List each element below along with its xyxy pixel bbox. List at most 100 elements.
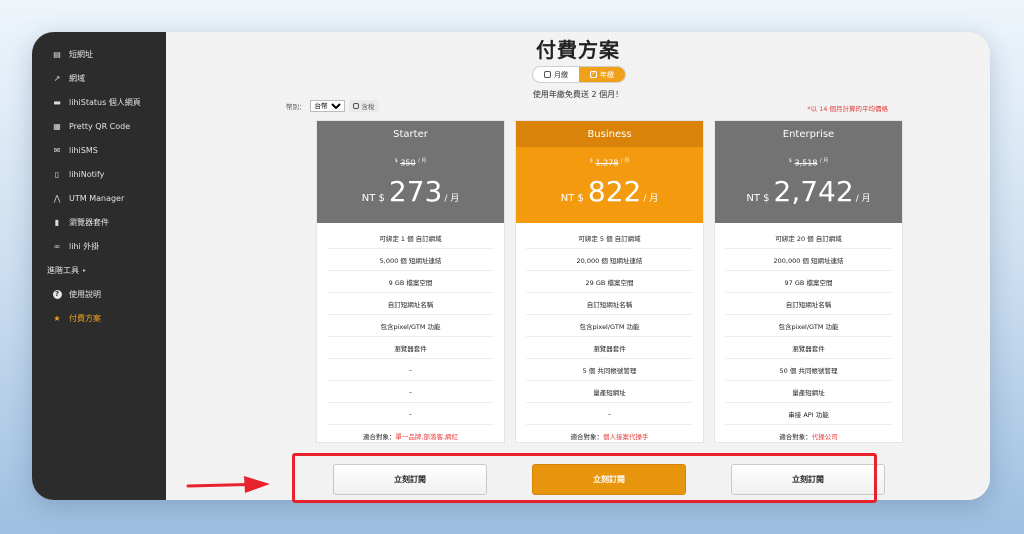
sidebar-item-short-url[interactable]: ▤ 短網址 [32,42,166,66]
plan-name: Starter [317,121,504,147]
feature-item: 可綁定 20 個 自訂網域 [725,227,892,249]
old-price-value: 350 [400,158,416,168]
yearly-promo-text: 使用年繳免費送 2 個月！ [532,90,624,99]
sidebar-item-label: lihiSMS [69,145,98,155]
plan-name: Enterprise [715,121,902,147]
mail-icon: ✉ [53,145,61,155]
feature-item: 瀏覽器套件 [526,337,693,359]
feature-item: 量產短網址 [526,381,693,403]
sidebar-item-label: 使用說明 [69,289,101,299]
sidebar-section-label: 進階工具 [47,265,79,275]
feature-item: 自訂短網址名稱 [526,293,693,315]
sidebar-item-lihinotify[interactable]: ▯ lihiNotify [32,162,166,186]
plan-name-text: Starter [393,128,428,140]
old-price-unit: / 月 [418,158,427,164]
phone-icon: ▯ [54,169,60,179]
billing-toggle: 月繳 ✓ 年繳 [532,66,626,83]
monthly-option[interactable]: 月繳 [533,67,579,82]
target-value: 代操公司 [811,433,838,441]
feature-item: 5 個 共同帳號管理 [526,359,693,381]
currency-label: 幣別： [286,103,306,111]
sidebar-item-label: 短網址 [69,49,93,59]
plan-card-business: Business $ 1,278 / 月 NT $822/ 月 可綁定 5 個 … [515,120,704,443]
feature-list: 可綁定 1 個 自訂網域 5,000 個 短網址連結 9 GB 檔案空間 自訂短網址名… [317,223,504,447]
plan-card-starter: Starter $ 350 / 月 NT $273/ 月 可綁定 1 個 自訂網… [316,120,505,443]
sidebar-item-domain[interactable]: ↗ 網域 [32,66,166,90]
plan-price: $ 3,518 / 月 NT $2,742/ 月 [715,147,902,223]
target-audience: 適合對象： 代操公司 [725,425,892,447]
current-price: NT $273/ 月 [317,175,504,208]
currency-select[interactable]: 台幣 [309,100,345,112]
sidebar-item-lihi-plugin[interactable]: ∞ lihi 外掛 [32,234,166,258]
link-icon: ∞ [53,241,61,251]
price-unit: / 月 [643,194,659,204]
tax-toggle[interactable]: 含稅 [348,100,379,112]
external-link-icon: ↗ [53,73,61,83]
feature-item: 9 GB 檔案空間 [327,271,494,293]
plan-price: $ 350 / 月 NT $273/ 月 [317,147,504,223]
feature-item: – [526,403,693,425]
feature-item: 包含pixel/GTM 功能 [725,315,892,337]
sidebar-item-qr-code[interactable]: ▦ Pretty QR Code [32,114,166,138]
sidebar-item-label: lihiNotify [69,169,105,179]
sidebar-item-lihisms[interactable]: ✉ lihiSMS [32,138,166,162]
feature-item: – [327,381,494,403]
star-icon: ★ [53,313,61,323]
feature-item: 包含pixel/GTM 功能 [526,315,693,337]
old-currency: $ [394,158,398,164]
bookmark-icon: ▮ [54,217,60,227]
original-price: $ 350 / 月 [317,157,504,168]
feature-item: 包含pixel/GTM 功能 [327,315,494,337]
price-amount: 2,742 [773,175,854,208]
sidebar-item-label: UTM Manager [69,193,125,203]
feature-item: 自訂短網址名稱 [327,293,494,315]
target-audience: 適合對象： 個人接案代操手 [526,425,693,447]
feature-item: 50 個 共同帳號管理 [725,359,892,381]
currency-prefix: NT $ [746,193,770,204]
current-price: NT $822/ 月 [516,175,703,208]
feature-item: 自訂短網址名稱 [725,293,892,315]
feature-item: 量產短網址 [725,381,892,403]
current-price: NT $2,742/ 月 [715,175,902,208]
sidebar-item-help[interactable]: ? 使用說明 [32,282,166,306]
yearly-label: 年繳 [600,70,614,79]
sidebar-item-utm-manager[interactable]: ⋀ UTM Manager [32,186,166,210]
app-window: ▤ 短網址 ↗ 網域 ▬ lihiStatus 個人網頁 ▦ Pretty QR Cod… [32,32,990,500]
feature-item: – [327,359,494,381]
plan-price: $ 1,278 / 月 NT $822/ 月 [516,147,703,223]
old-price-value: 1,278 [595,158,619,168]
page-title: 付費方案 [536,38,620,62]
old-price-value: 3,518 [794,158,818,168]
average-price-note: *以 14 個月計算的平均價格 [807,105,888,113]
feature-item: 200,000 個 短網址連結 [725,249,892,271]
plan-name-text: Enterprise [782,128,835,140]
main-content: 付費方案 月繳 ✓ 年繳 使用年繳免費送 2 個月！ 幣別： 台幣 含稅 *以 1… [166,32,990,500]
sidebar-item-lihistatus[interactable]: ▬ lihiStatus 個人網頁 [32,90,166,114]
original-price: $ 1,278 / 月 [516,157,703,168]
feature-item: – [327,403,494,425]
target-label: 適合對象： [779,433,812,441]
feature-item: 97 GB 檔案空間 [725,271,892,293]
sidebar: ▤ 短網址 ↗ 網域 ▬ lihiStatus 個人網頁 ▦ Pretty QR Cod… [32,32,166,500]
plan-name-text: Business [587,128,632,140]
feature-item: 可綁定 5 個 自訂網域 [526,227,693,249]
help-icon: ? [50,289,64,299]
feature-item: 29 GB 檔案空間 [526,271,693,293]
feature-item: 瀏覽器套件 [327,337,494,359]
checkbox-icon [544,71,551,78]
plan-card-enterprise: Enterprise $ 3,518 / 月 NT $2,742/ 月 可綁定 … [714,120,903,443]
target-value: 單一品牌,部落客,網紅 [395,433,459,441]
checkbox-checked-icon: ✓ [590,71,597,78]
sidebar-section-advanced-tools[interactable]: 進階工具 ▸ [32,258,166,282]
sidebar-item-pricing[interactable]: ★ 付費方案 [32,306,166,330]
sidebar-item-label: 網域 [69,73,85,83]
sidebar-item-browser-extension[interactable]: ▮ 瀏覽器套件 [32,210,166,234]
chevron-right-icon: ▸ [83,266,87,274]
old-price-unit: / 月 [819,158,829,164]
price-amount: 273 [388,175,443,208]
currency-controls: 幣別： 台幣 含稅 [286,100,379,112]
yearly-option[interactable]: ✓ 年繳 [579,67,625,82]
sidebar-item-label: Pretty QR Code [69,121,131,131]
feature-item: 瀏覽器套件 [725,337,892,359]
target-audience: 適合對象： 單一品牌,部落客,網紅 [327,425,494,447]
